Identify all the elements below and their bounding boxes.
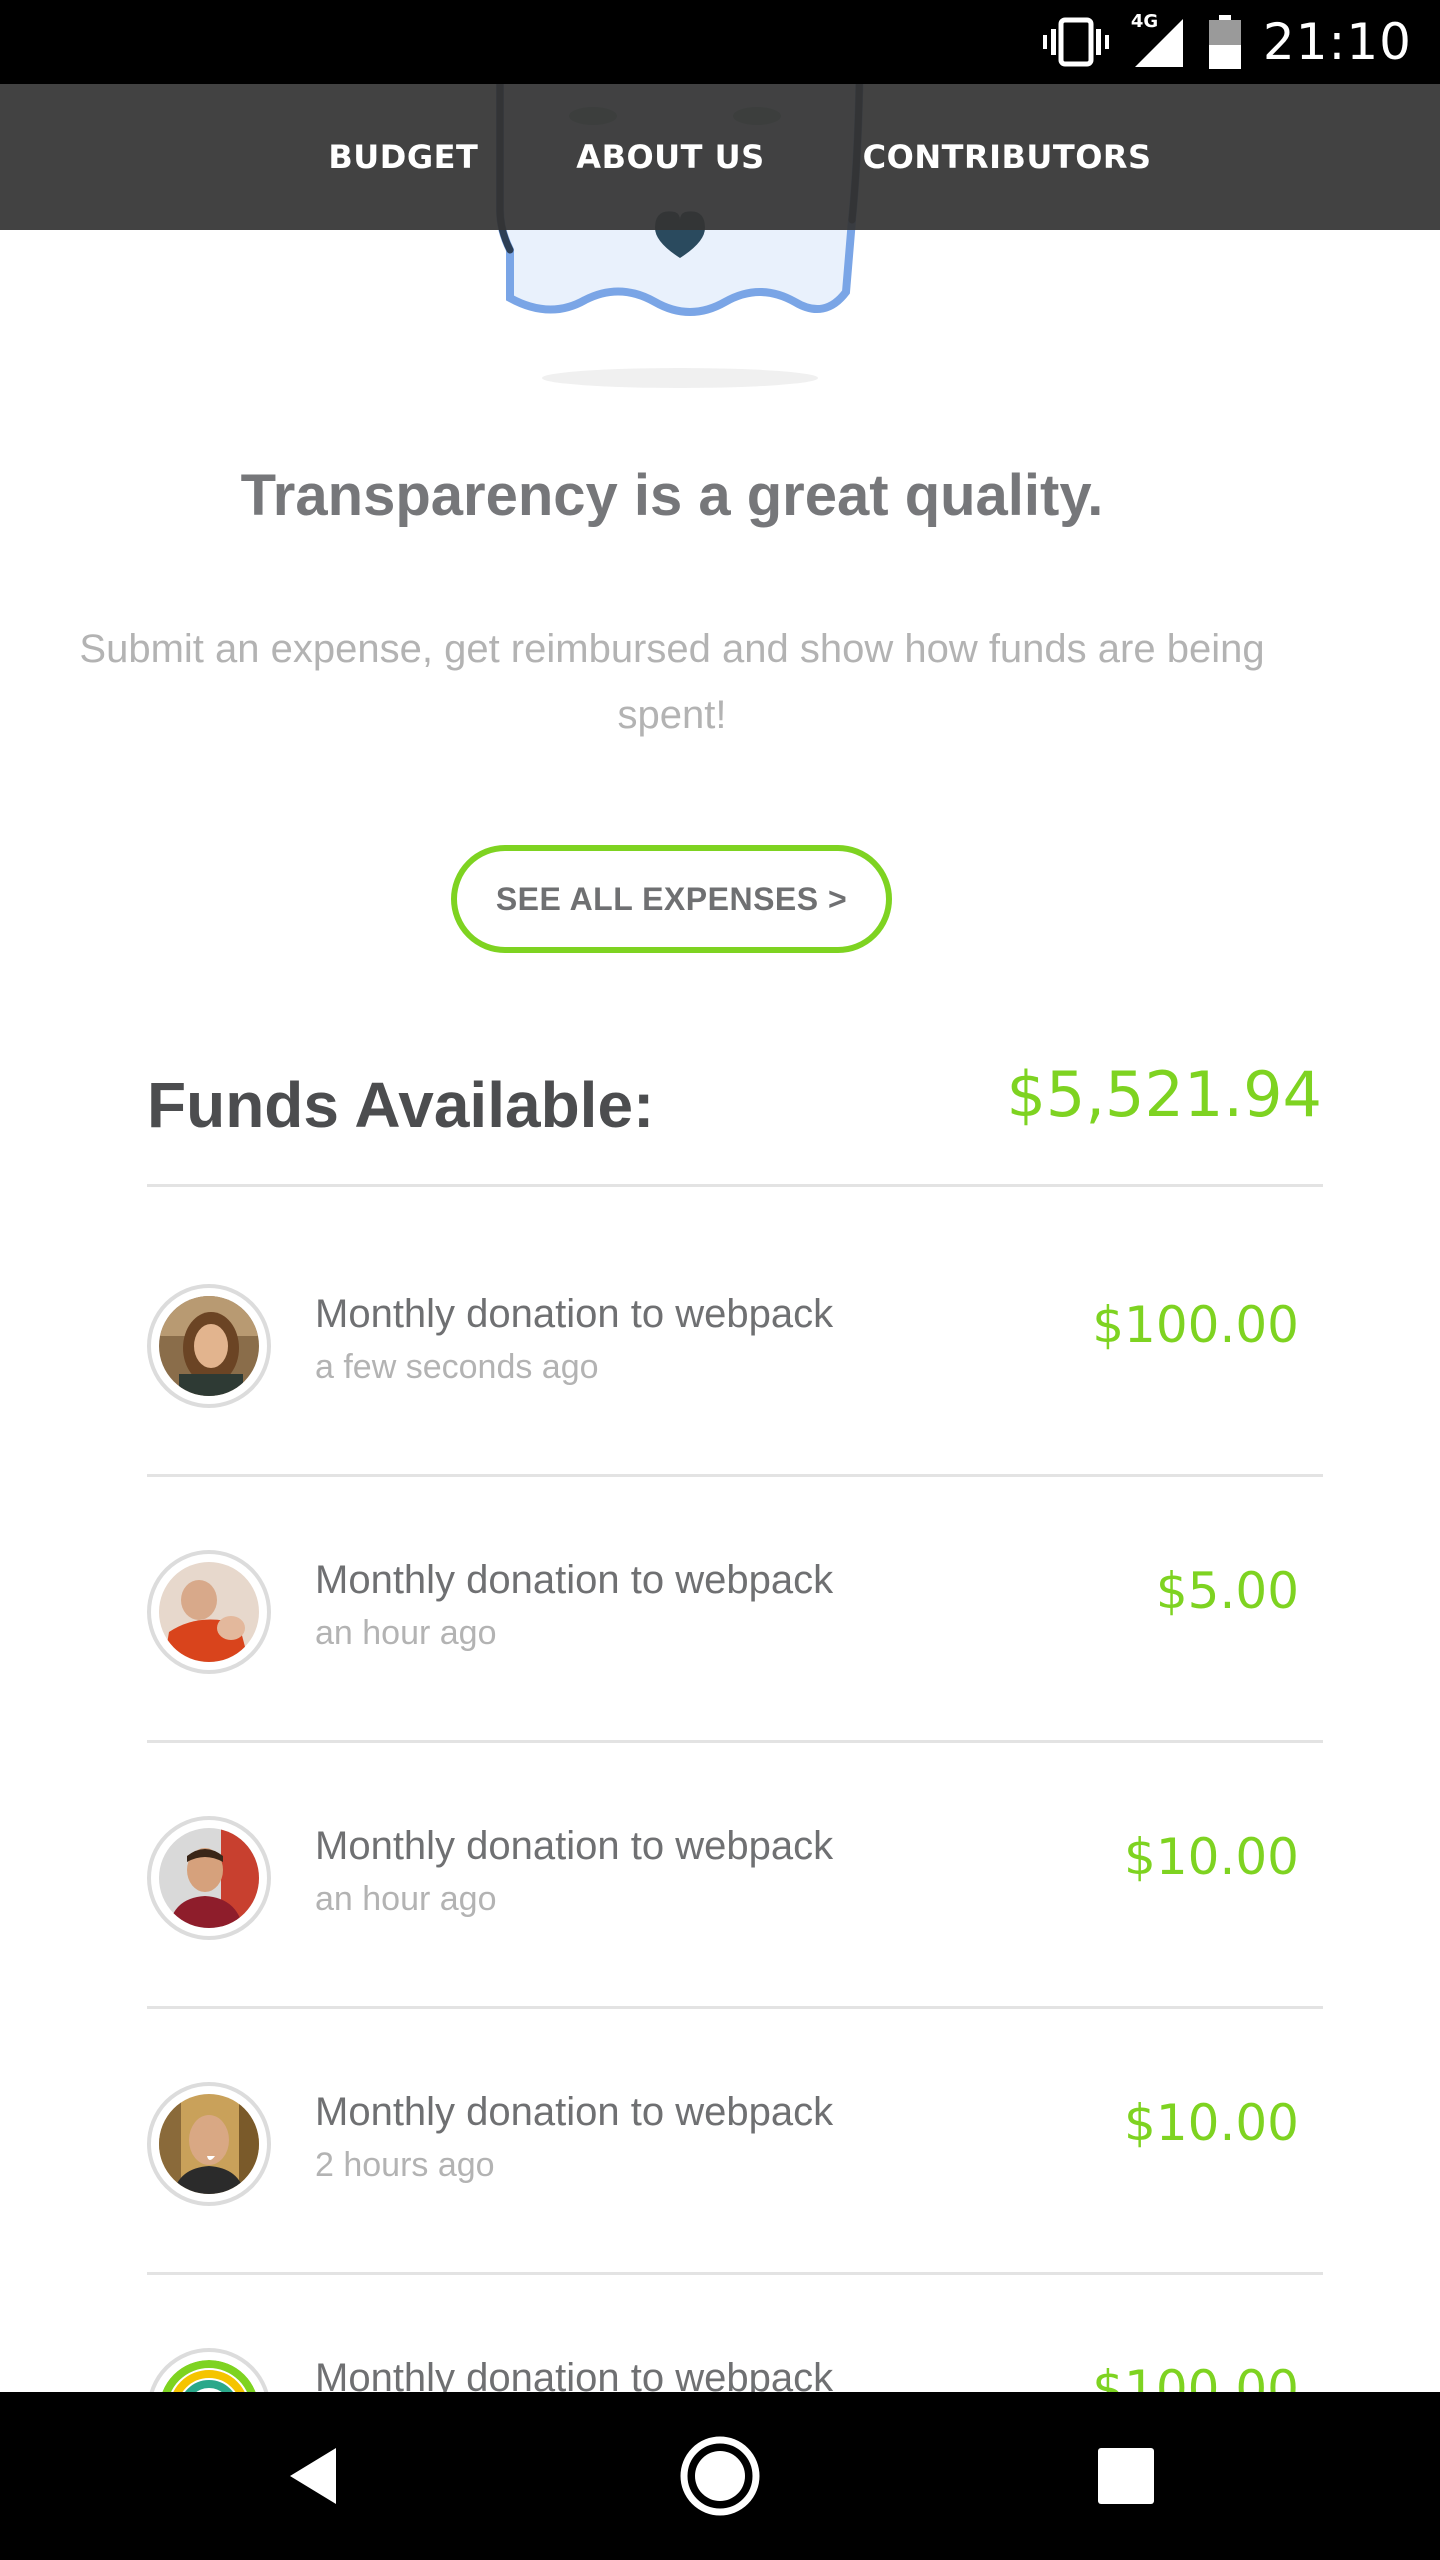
back-icon[interactable] [272,2434,356,2518]
top-nav: BUDGET ABOUT US CONTRIBUTORS [0,84,1440,230]
divider [147,1474,1323,1477]
hero-title: Transparency is a great quality. [240,463,1104,528]
donation-time: an hour ago [315,1880,497,1918]
donation-row[interactable]: Monthly donation to webpack a few second… [147,1284,1323,1550]
nav-contributors[interactable]: CONTRIBUTORS [863,138,1152,176]
system-nav-bar [0,2392,1440,2560]
divider [147,1184,1323,1187]
donation-time: a few seconds ago [315,1348,599,1386]
donation-row[interactable]: Monthly donation to webpack an hour ago … [147,1816,1323,2082]
hero-subtitle: Submit an expense, get reimbursed and sh… [79,627,1265,737]
avatar[interactable] [147,2082,271,2206]
status-bar: 4G 21:10 [0,0,1440,84]
donation-title: Monthly donation to webpack [315,2090,834,2134]
divider [147,1740,1323,1743]
divider [147,2272,1323,2275]
divider [147,2006,1323,2009]
donation-time: 2 hours ago [315,2146,495,2184]
recents-icon[interactable] [1084,2434,1168,2518]
network-type-label: 4G [1130,11,1159,32]
nav-about-us[interactable]: ABOUT US [576,138,764,176]
donation-amount: $10.00 [1124,2094,1299,2152]
avatar[interactable] [147,1550,271,1674]
donation-amount: $10.00 [1124,1828,1299,1886]
funds-available-amount: $5,521.94 [1006,1058,1322,1131]
nav-budget[interactable]: BUDGET [328,138,478,176]
donation-title: Monthly donation to webpack [315,1558,834,1602]
status-icons: 4G 21:10 [1042,0,1412,84]
donation-amount: $5.00 [1155,1562,1299,1620]
donation-time: an hour ago [315,1614,497,1652]
vibrate-icon [1042,17,1109,67]
funds-available-label: Funds Available: [147,1069,655,1141]
avatar[interactable] [147,1816,271,1940]
donation-title: Monthly donation to webpack [315,1292,834,1336]
status-time: 21:10 [1262,13,1412,71]
battery-icon [1208,15,1241,69]
signal-icon: 4G [1131,11,1187,69]
donation-row[interactable]: Monthly donation to webpack an hour ago … [147,1550,1323,1816]
donation-row[interactable]: Monthly donation to webpack 2 hours ago … [147,2082,1323,2348]
donation-title: Monthly donation to webpack [315,1824,834,1868]
donation-amount: $100.00 [1092,1296,1299,1354]
home-icon[interactable] [678,2434,762,2518]
avatar[interactable] [147,1284,271,1408]
see-all-expenses-button[interactable]: SEE ALL EXPENSES > [451,845,892,953]
